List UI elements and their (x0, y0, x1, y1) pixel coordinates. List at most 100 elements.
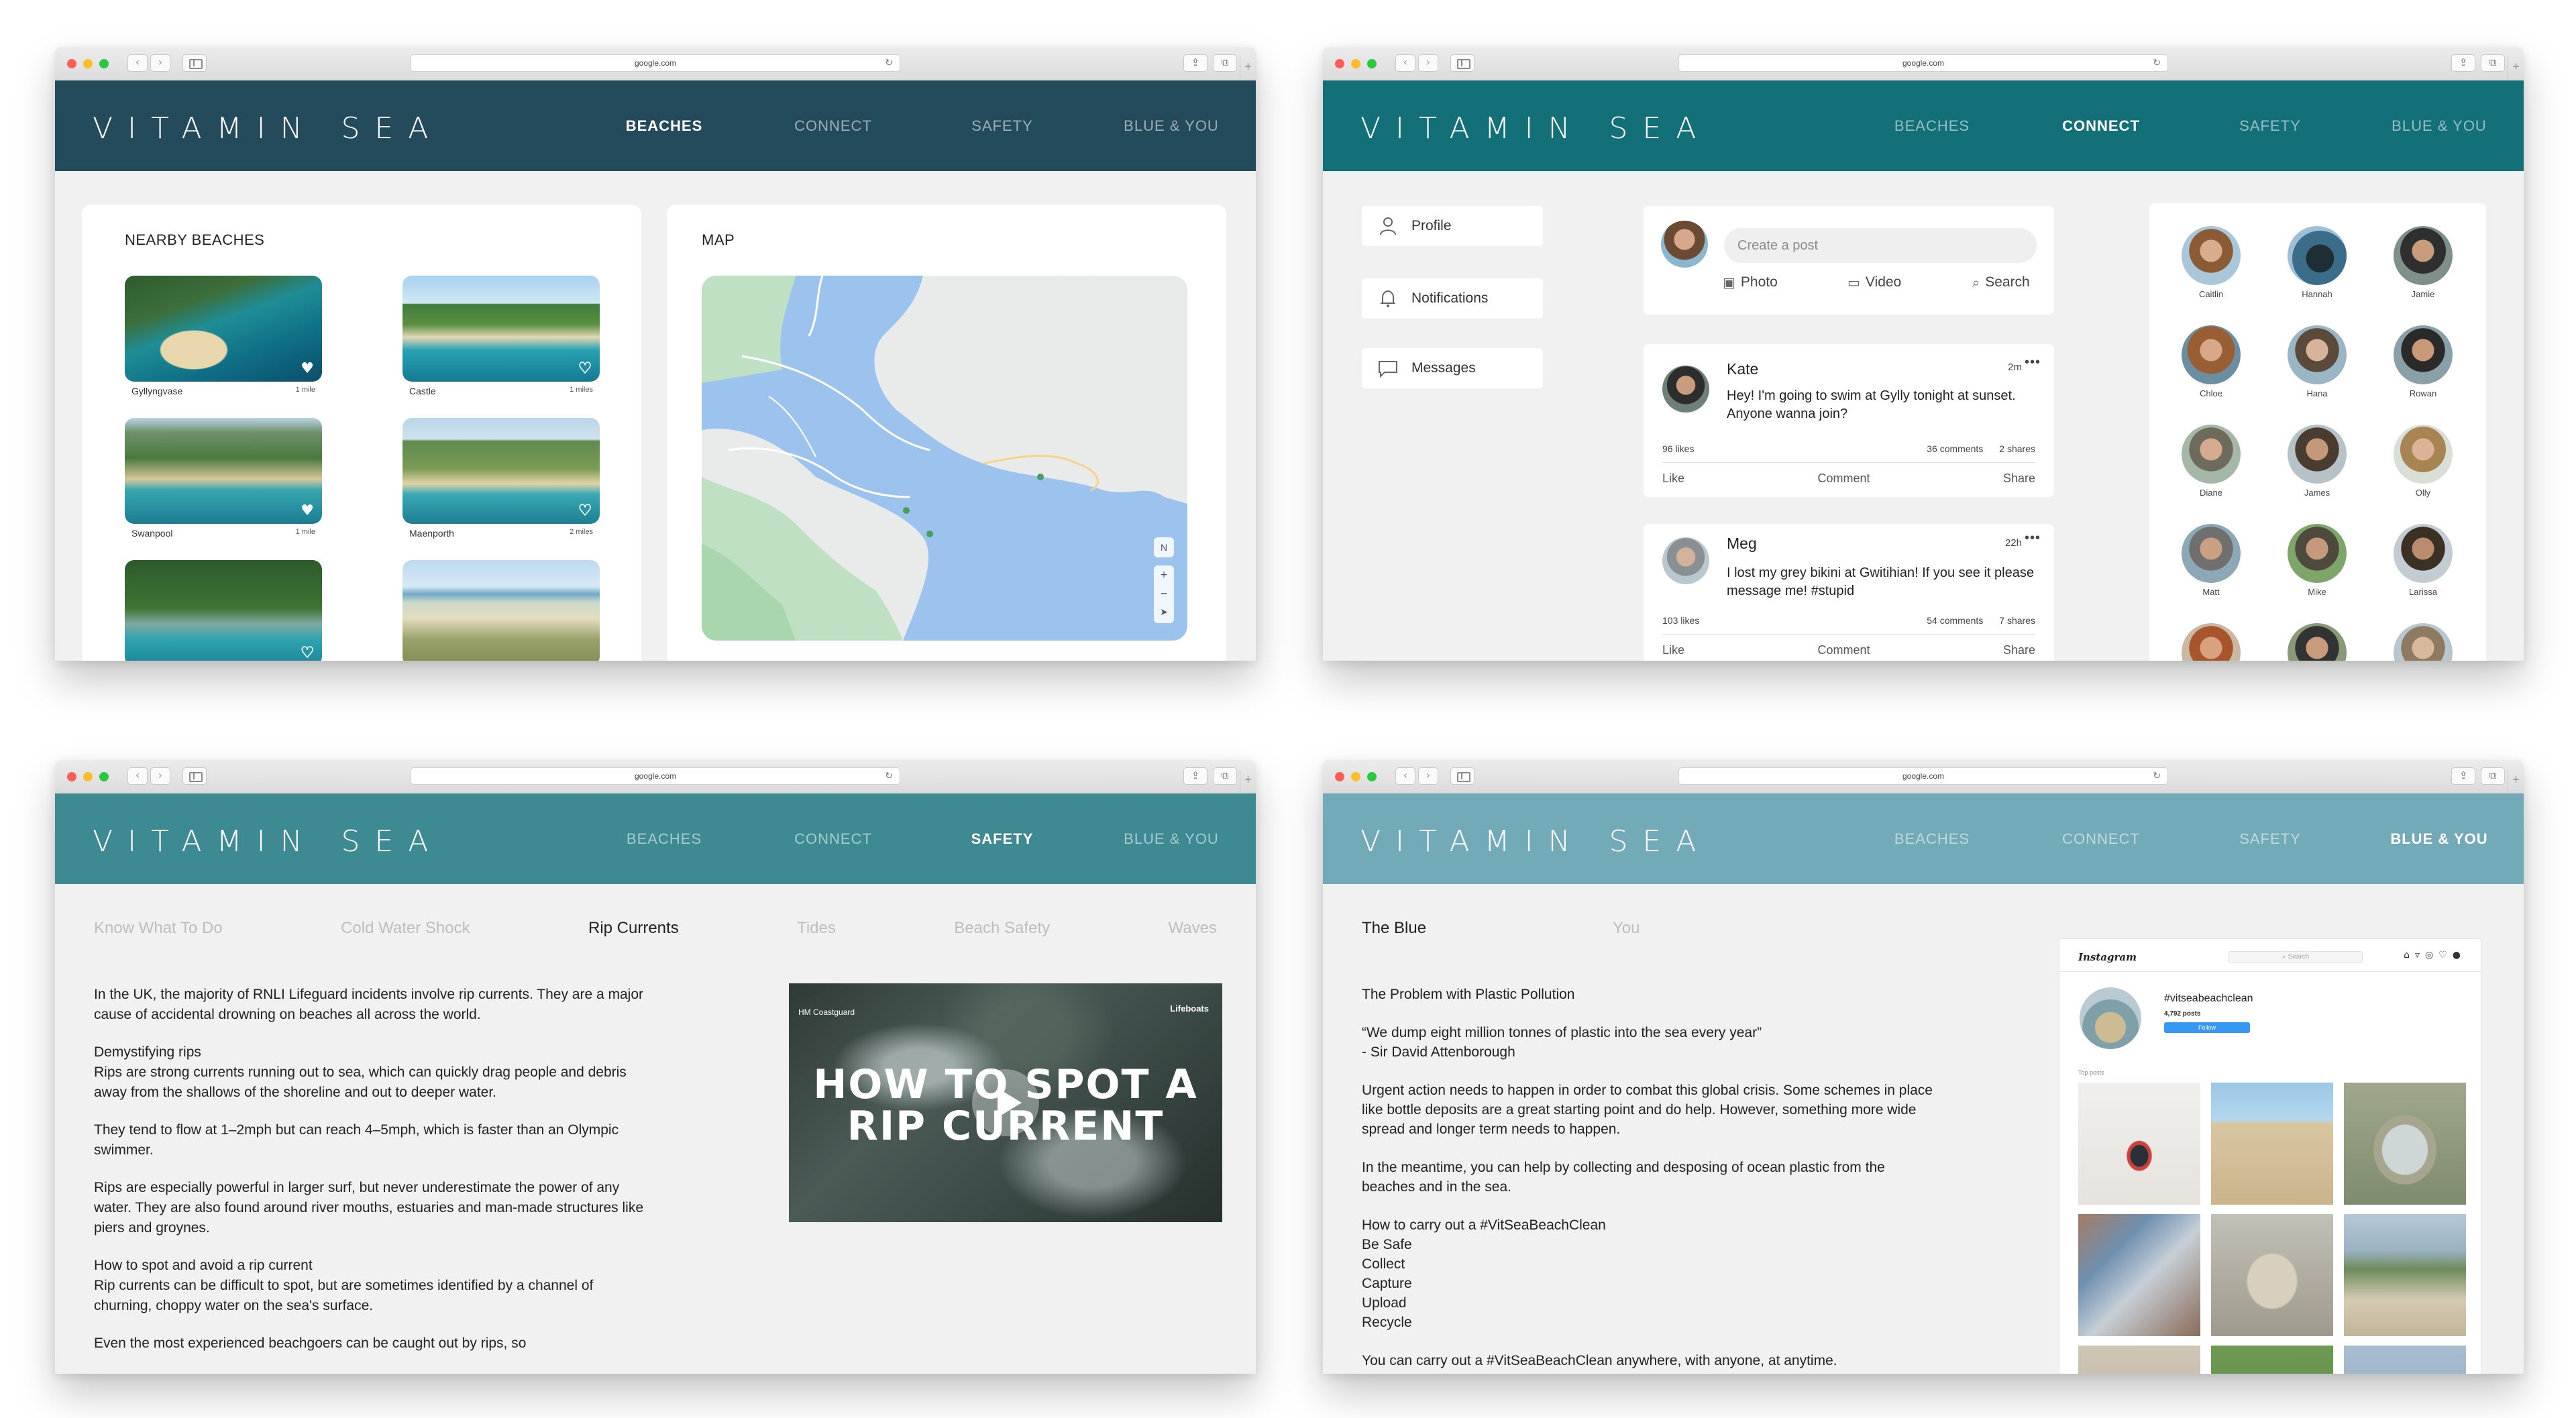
nav-connect[interactable]: CONNECT (2017, 117, 2186, 135)
comment-button[interactable]: Comment (1817, 472, 1870, 486)
sidebar-toggle-icon[interactable] (182, 54, 207, 72)
close-window-button[interactable] (67, 59, 76, 68)
new-tab-button[interactable]: + (1240, 769, 1256, 794)
favorite-heart-icon[interactable]: ♥ (301, 645, 315, 661)
tabs-overview-icon[interactable]: ⧉ (1213, 767, 1237, 785)
nav-safety[interactable]: SAFETY (2186, 830, 2355, 848)
zoom-window-button[interactable] (1367, 772, 1377, 781)
instagram-search-input[interactable]: ⌕ Search (2229, 951, 2363, 963)
nav-beaches[interactable]: BEACHES (1847, 117, 2017, 135)
close-window-button[interactable] (67, 772, 76, 781)
reload-icon[interactable]: ↻ (2153, 55, 2161, 71)
share-icon[interactable]: ⇪ (1183, 54, 1208, 72)
avatar[interactable] (1662, 537, 1709, 584)
minimize-window-button[interactable] (83, 59, 93, 68)
friend-tile[interactable]: Hana (2284, 325, 2351, 398)
address-bar[interactable]: google.com ↻ (1678, 54, 2168, 72)
reload-icon[interactable]: ↻ (885, 768, 893, 784)
tab-waves[interactable]: Waves (1168, 919, 1216, 938)
post-author[interactable]: Kate (1727, 360, 1758, 378)
tabs-overview-icon[interactable]: ⧉ (2481, 767, 2505, 785)
add-photo-button[interactable]: ▣ Photo (1723, 274, 1778, 290)
back-button[interactable]: ‹ (127, 54, 148, 72)
nav-safety[interactable]: SAFETY (918, 117, 1087, 135)
avatar[interactable] (1661, 221, 1708, 268)
comments-count[interactable]: 36 comments (1927, 443, 1983, 454)
nav-connect[interactable]: CONNECT (749, 830, 918, 848)
zoom-window-button[interactable] (99, 59, 109, 68)
friend-tile[interactable] (2284, 623, 2351, 661)
create-post-input[interactable]: Create a post (1724, 228, 2037, 263)
tab-know-what-to-do[interactable]: Know What To Do (94, 919, 223, 938)
instagram-post[interactable] (2078, 1346, 2200, 1374)
nav-blue-and-you[interactable]: BLUE & YOU (2355, 117, 2524, 135)
share-icon[interactable]: ⇪ (1183, 767, 1208, 785)
new-tab-button[interactable]: + (2508, 56, 2524, 80)
instagram-post[interactable] (2211, 1214, 2333, 1336)
zoom-controls[interactable]: + − ➤ (1154, 565, 1174, 623)
instagram-post[interactable] (2078, 1214, 2200, 1336)
nav-blue-and-you[interactable]: BLUE & YOU (1087, 117, 1256, 135)
friend-tile[interactable]: Rowan (2390, 325, 2457, 398)
instagram-post[interactable] (2344, 1214, 2466, 1336)
side-nav-profile[interactable]: Profile (1362, 206, 1543, 246)
more-options-icon[interactable]: ••• (2025, 355, 2041, 370)
tab-beach-safety[interactable]: Beach Safety (954, 919, 1050, 938)
nav-connect[interactable]: CONNECT (749, 117, 918, 135)
follow-button[interactable]: Follow (2164, 1022, 2250, 1033)
instagram-embed[interactable]: Instagram ⌕ Search ⌂▿◎♡● #vitseabeachcle… (2059, 939, 2481, 1374)
favorite-heart-icon[interactable]: ♥ (578, 361, 592, 377)
friend-tile[interactable]: Hannah (2284, 226, 2351, 299)
minimize-window-button[interactable] (1351, 772, 1360, 781)
tab-cold-water-shock[interactable]: Cold Water Shock (341, 919, 470, 938)
close-window-button[interactable] (1335, 59, 1344, 68)
share-button[interactable]: Share (2003, 472, 2035, 486)
home-icon[interactable]: ⌂ (2404, 950, 2415, 961)
minimize-window-button[interactable] (83, 772, 93, 781)
zoom-window-button[interactable] (1367, 59, 1377, 68)
reload-icon[interactable]: ↻ (885, 55, 893, 71)
profile-icon[interactable]: ● (2453, 950, 2466, 961)
forward-button[interactable]: › (1418, 54, 1438, 72)
compass-icon[interactable]: N (1154, 537, 1174, 557)
beach-card[interactable]: ♥ Castle 1 miles (402, 276, 600, 396)
forward-button[interactable]: › (150, 54, 170, 72)
address-bar[interactable]: google.com ↻ (411, 54, 900, 72)
nav-safety[interactable]: SAFETY (2186, 117, 2355, 135)
avatar[interactable] (1662, 366, 1709, 413)
shares-count[interactable]: 7 shares (1999, 615, 2035, 626)
friend-tile[interactable]: Caitlin (2178, 226, 2245, 299)
rip-current-video[interactable]: HM Coastguard Lifeboats HOW TO SPOT A RI… (789, 983, 1222, 1222)
instagram-post[interactable] (2344, 1346, 2466, 1374)
tab-the-blue[interactable]: The Blue (1362, 919, 1426, 938)
site-logo[interactable]: VITAMIN SEA (1360, 111, 1711, 146)
play-icon[interactable] (972, 1069, 1039, 1136)
like-button[interactable]: Like (1662, 643, 1684, 657)
friend-tile[interactable] (2390, 623, 2457, 661)
nav-connect[interactable]: CONNECT (2017, 830, 2186, 848)
tab-rip-currents[interactable]: Rip Currents (588, 919, 679, 938)
friend-tile[interactable]: Matt (2178, 524, 2245, 597)
comment-button[interactable]: Comment (1817, 643, 1870, 657)
heart-icon[interactable]: ♡ (2438, 950, 2453, 961)
beach-card[interactable] (402, 560, 600, 661)
friend-tile[interactable]: Chloe (2178, 325, 2245, 398)
friend-tile[interactable]: Olly (2390, 425, 2457, 498)
beach-map[interactable]: N + − ➤ (702, 276, 1187, 641)
favorite-heart-icon[interactable]: ♥ (301, 362, 314, 376)
more-options-icon[interactable]: ••• (2025, 531, 2041, 546)
add-video-button[interactable]: ▭ Video (1847, 274, 1901, 290)
nav-blue-and-you[interactable]: BLUE & YOU (2355, 830, 2524, 848)
shares-count[interactable]: 2 shares (1999, 443, 2035, 454)
nav-blue-and-you[interactable]: BLUE & YOU (1087, 830, 1256, 848)
back-button[interactable]: ‹ (1395, 54, 1415, 72)
sidebar-toggle-icon[interactable] (182, 767, 207, 785)
friend-tile[interactable]: James (2284, 425, 2351, 498)
site-logo[interactable]: VITAMIN SEA (93, 111, 443, 146)
direct-icon[interactable]: ▿ (2415, 950, 2425, 961)
beach-card[interactable]: ♥ Maenporth 2 miles (402, 418, 600, 539)
site-logo[interactable]: VITAMIN SEA (1360, 824, 1711, 859)
sidebar-toggle-icon[interactable] (1450, 767, 1474, 785)
favorite-heart-icon[interactable]: ♥ (301, 504, 314, 519)
address-bar[interactable]: google.com ↻ (411, 767, 900, 785)
